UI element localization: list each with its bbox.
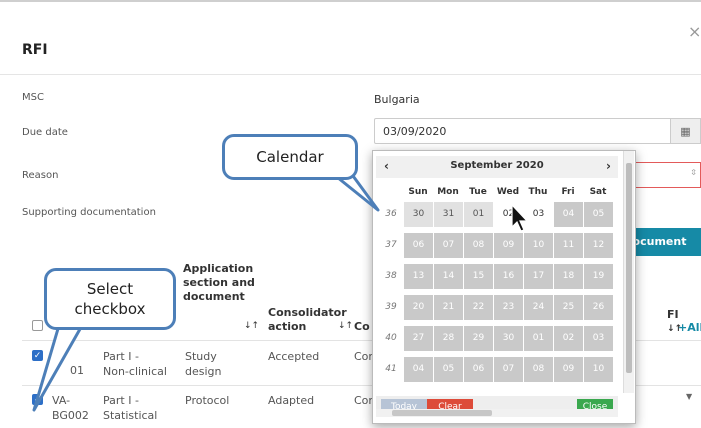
mouse-cursor-icon <box>511 203 529 232</box>
calendar-callout: Calendar <box>222 134 358 180</box>
select-callout-pointer <box>32 320 86 412</box>
callout-pointers <box>32 163 380 412</box>
select-checkbox-callout: Select checkbox <box>44 268 176 330</box>
